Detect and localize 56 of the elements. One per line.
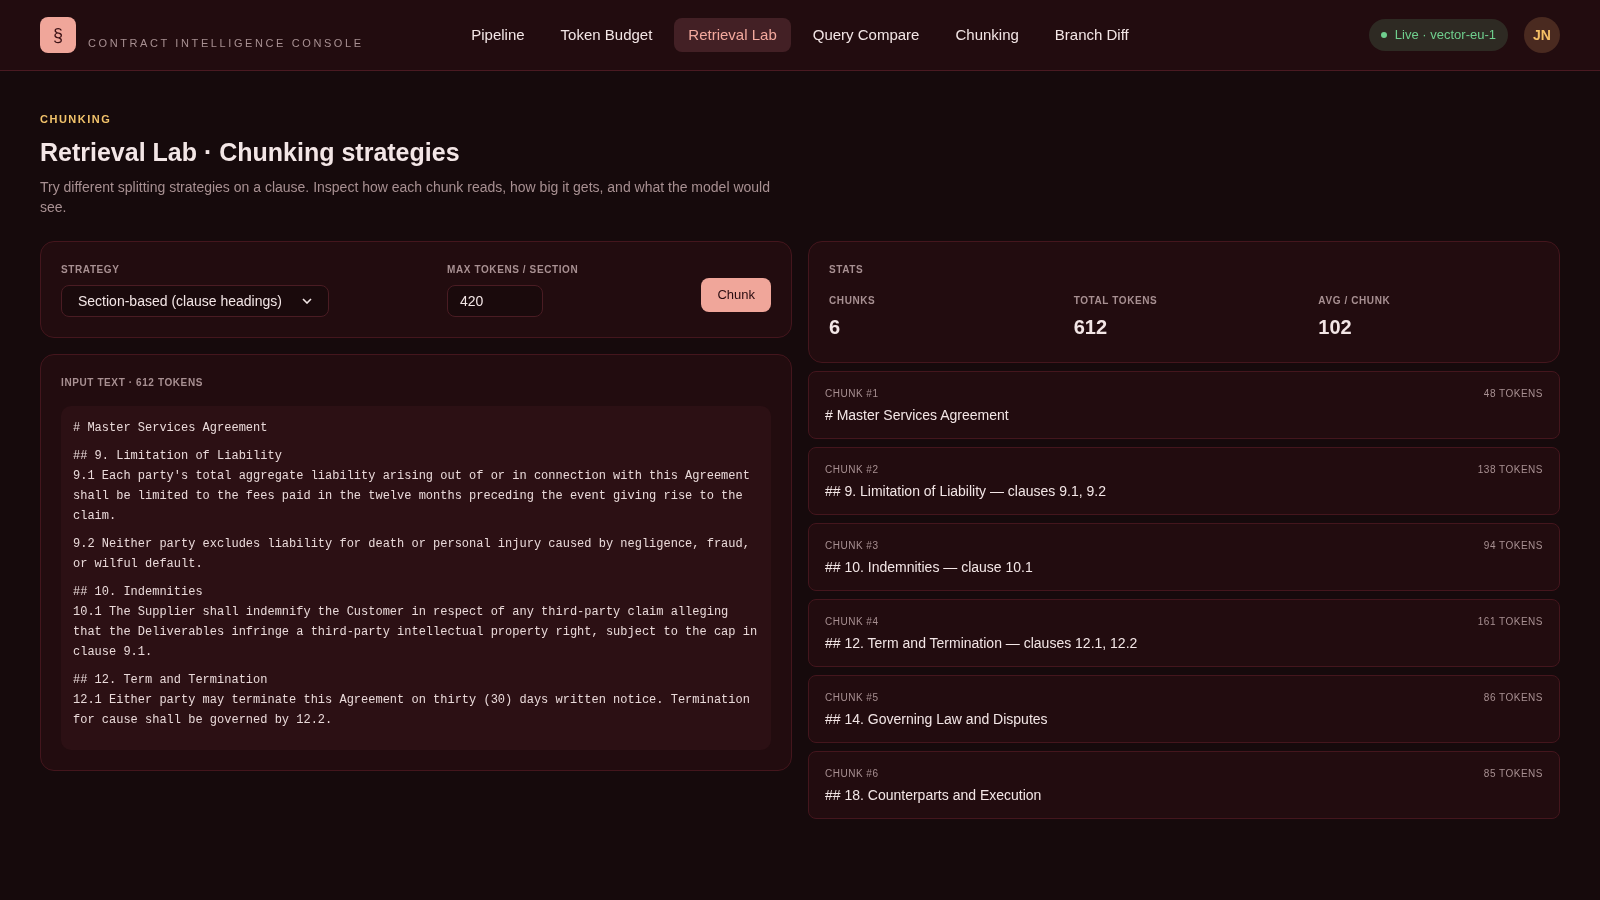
stat-label: TOTAL TOKENS	[1073, 294, 1159, 308]
stat-value: 612	[1073, 315, 1109, 340]
chunk-card[interactable]: CHUNK #2 138 TOKENS ## 9. Limitation of Liability — clauses 9.1, 9.2	[808, 447, 1560, 515]
chunk-card[interactable]: CHUNK #5 86 TOKENS ## 14. Governing Law and Disputes	[808, 675, 1560, 743]
chunk-card[interactable]: CHUNK #6 85 TOKENS ## 18. Counterparts and Execution	[808, 751, 1560, 819]
field-label: MAX TOKENS / SECTION	[447, 263, 579, 277]
stat-label: AVG / CHUNK	[1318, 294, 1392, 308]
user-avatar[interactable]: JN	[1524, 17, 1560, 53]
chunk-card[interactable]: CHUNK #1 48 TOKENS # Master Services Agreement	[808, 371, 1560, 439]
page-title: Retrieval Lab · Chunking strategies	[40, 136, 461, 168]
code-paragraph: ## 12. Term and Termination 12.1 Either party may terminate this Agreement on thirty (30) days written notice. Termination for cause shall be governed by 12.2.	[73, 672, 751, 729]
section-eyebrow: CHUNKING	[40, 112, 113, 127]
code-paragraph: 9.2 Neither party excludes liability for death or personal injury caused by negligence, fraud, or wilful default.	[73, 536, 751, 573]
token-count: 48 TOKENS	[1483, 387, 1543, 401]
chunk-text: ## 9. Limitation of Liability — clauses 9.1, 9.2	[825, 482, 1107, 501]
stats-title: STATS	[829, 263, 865, 277]
chunk-text: ## 12. Term and Termination — clauses 12.1, 12.2	[825, 634, 1139, 653]
code-paragraph: # Master Services Agreement	[73, 420, 269, 437]
nav-tab[interactable]: Retrieval Lab	[674, 17, 791, 53]
chunk-label: CHUNK #5	[825, 691, 879, 705]
chunk-label: CHUNK #4	[825, 615, 879, 629]
max-tokens-field[interactable]: 420	[447, 285, 543, 317]
code-paragraph: ## 9. Limitation of Liability 9.1 Each party's total aggregate liability arising out of or in connection with this Agreement shall be limited to the fees paid in the twelve months preceding the event giving rise to the claim.	[73, 448, 751, 525]
stat-value: 6	[829, 315, 842, 340]
chunk-card[interactable]: CHUNK #3 94 TOKENS ## 10. Indemnities — clause 10.1	[808, 523, 1560, 591]
chunk-text: ## 18. Counterparts and Execution	[825, 786, 1043, 805]
input-label: INPUT TEXT · 612 TOKENS	[61, 376, 204, 390]
chunk-button[interactable]: Chunk	[701, 278, 771, 312]
nav-tab[interactable]: Token Budget	[546, 17, 667, 53]
app-subtitle: CONTRACT INTELLIGENCE CONSOLE	[88, 35, 364, 51]
chunk-label: CHUNK #6	[825, 767, 879, 781]
nav-tab[interactable]: Pipeline	[457, 17, 539, 53]
token-count: 138 TOKENS	[1477, 463, 1543, 477]
chevron-down-icon	[302, 298, 312, 304]
stat-label: CHUNKS	[829, 294, 877, 308]
token-count: 161 TOKENS	[1477, 615, 1543, 629]
logo-icon: §	[40, 17, 76, 53]
chunk-card[interactable]: CHUNK #4 161 TOKENS ## 12. Term and Termination — clauses 12.1, 12.2	[808, 599, 1560, 667]
chunk-label: CHUNK #3	[825, 539, 879, 553]
chunk-text: # Master Services Agreement	[825, 406, 1010, 425]
chunk-text: ## 14. Governing Law and Disputes	[825, 710, 1049, 729]
token-count: 94 TOKENS	[1483, 539, 1543, 553]
nav-tab[interactable]: Chunking	[941, 17, 1033, 53]
token-count: 85 TOKENS	[1483, 767, 1543, 781]
chunk-label: CHUNK #2	[825, 463, 879, 477]
field-label: STRATEGY	[61, 263, 121, 277]
status-pill: Live · vector-eu-1	[1368, 19, 1508, 51]
code-paragraph: ## 10. Indemnities 10.1 The Supplier shall indemnify the Customer in respect of any third-party claim alleging that the Deliverables infringe a third-party intellectual property right, subject to the cap in clause 9.1.	[73, 584, 759, 661]
nav-tab[interactable]: Query Compare	[798, 17, 934, 53]
stat-value: 102	[1318, 315, 1353, 340]
strategy-select[interactable]: Section-based (clause headings)	[61, 285, 329, 317]
token-count: 86 TOKENS	[1483, 691, 1543, 705]
chunk-label: CHUNK #1	[825, 387, 879, 401]
page-description: Try different splitting strategies on a clause. Inspect how each chunk reads, how big it gets, and what the model would see.	[40, 178, 771, 217]
nav-tab[interactable]: Branch Diff	[1040, 17, 1143, 53]
chunk-text: ## 10. Indemnities — clause 10.1	[825, 558, 1034, 577]
